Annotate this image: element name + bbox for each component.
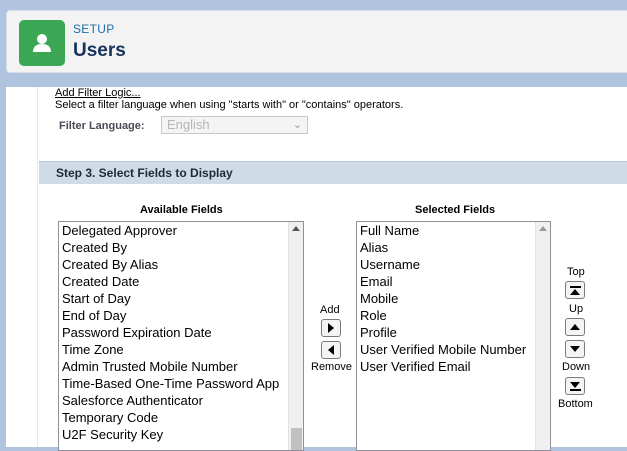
filter-language-value: English bbox=[167, 117, 210, 132]
page-title: Users bbox=[73, 40, 126, 61]
available-field-item[interactable]: Start of Day bbox=[59, 290, 303, 307]
available-field-item[interactable]: Temporary Code bbox=[59, 409, 303, 426]
arrow-down-icon bbox=[570, 346, 580, 352]
remove-button[interactable] bbox=[321, 341, 341, 359]
arrow-left-icon bbox=[328, 345, 334, 355]
available-fields-label: Available Fields bbox=[140, 204, 223, 216]
selected-field-item[interactable]: Username bbox=[357, 256, 550, 273]
available-field-item[interactable]: Created Date bbox=[59, 273, 303, 290]
left-gutter bbox=[6, 87, 38, 447]
move-top-icon bbox=[569, 285, 581, 288]
scroll-thumb[interactable] bbox=[291, 428, 302, 450]
bottom-label: Bottom bbox=[558, 398, 593, 410]
selected-field-item[interactable]: Mobile bbox=[357, 290, 550, 307]
available-field-item[interactable]: Delegated Approver bbox=[59, 222, 303, 239]
selected-field-item[interactable]: User Verified Mobile Number bbox=[357, 341, 550, 358]
selected-fields-scrollbar[interactable] bbox=[535, 222, 550, 450]
scroll-up-icon[interactable] bbox=[539, 226, 547, 231]
selected-field-item[interactable]: Profile bbox=[357, 324, 550, 341]
selected-fields-list[interactable]: Full Name Alias Username Email Mobile Role Pro… bbox=[356, 221, 551, 451]
user-icon bbox=[19, 20, 65, 66]
arrow-up-icon bbox=[570, 324, 580, 330]
available-fields-list[interactable]: Delegated Approver Created By Created By A… bbox=[58, 221, 304, 451]
filter-help-text: Select a filter language when using "sta… bbox=[55, 99, 404, 111]
available-field-item[interactable]: Admin Trusted Mobile Number bbox=[59, 358, 303, 375]
selected-fields-label: Selected Fields bbox=[415, 204, 496, 216]
move-up-button[interactable] bbox=[565, 318, 585, 336]
available-field-item[interactable]: Created By bbox=[59, 239, 303, 256]
add-button[interactable] bbox=[321, 319, 341, 337]
selected-field-item[interactable]: User Verified Email bbox=[357, 358, 550, 375]
up-label: Up bbox=[569, 303, 584, 315]
step-3-title: Step 3. Select Fields to Display bbox=[56, 166, 233, 180]
selected-field-item[interactable]: Role bbox=[357, 307, 550, 324]
available-field-item[interactable]: Time-Based One-Time Password App bbox=[59, 375, 303, 392]
selected-field-item[interactable]: Full Name bbox=[357, 222, 550, 239]
add-filter-logic-link[interactable]: Add Filter Logic... bbox=[55, 87, 141, 99]
available-field-item[interactable]: End of Day bbox=[59, 307, 303, 324]
add-label: Add bbox=[320, 304, 340, 316]
breadcrumb[interactable]: SETUP bbox=[73, 22, 115, 36]
available-field-item[interactable]: Salesforce Authenticator bbox=[59, 392, 303, 409]
selected-field-item[interactable]: Alias bbox=[357, 239, 550, 256]
available-fields-scrollbar[interactable] bbox=[288, 222, 303, 450]
move-top-button[interactable] bbox=[565, 281, 585, 299]
remove-label: Remove bbox=[311, 361, 352, 373]
filter-language-select[interactable]: English ⌄ bbox=[161, 116, 308, 134]
move-down-button[interactable] bbox=[565, 340, 585, 358]
available-field-item[interactable]: Password Expiration Date bbox=[59, 324, 303, 341]
top-label: Top bbox=[567, 266, 585, 278]
arrow-right-icon bbox=[328, 323, 334, 333]
chevron-down-icon: ⌄ bbox=[292, 119, 302, 131]
available-field-item[interactable]: Time Zone bbox=[59, 341, 303, 358]
page-header: SETUP Users bbox=[6, 10, 627, 73]
step-3-header: Step 3. Select Fields to Display bbox=[39, 161, 627, 184]
available-field-item[interactable]: U2F Security Key bbox=[59, 426, 303, 443]
available-field-item[interactable]: Created By Alias bbox=[59, 256, 303, 273]
move-bottom-button[interactable] bbox=[565, 377, 585, 395]
filter-language-label: Filter Language: bbox=[59, 120, 145, 132]
content-panel: Add Filter Logic... Select a filter lang… bbox=[6, 87, 627, 451]
selected-field-item[interactable]: Email bbox=[357, 273, 550, 290]
down-label: Down bbox=[562, 361, 591, 373]
move-bottom-icon bbox=[570, 381, 580, 388]
scroll-up-icon[interactable] bbox=[292, 226, 300, 231]
